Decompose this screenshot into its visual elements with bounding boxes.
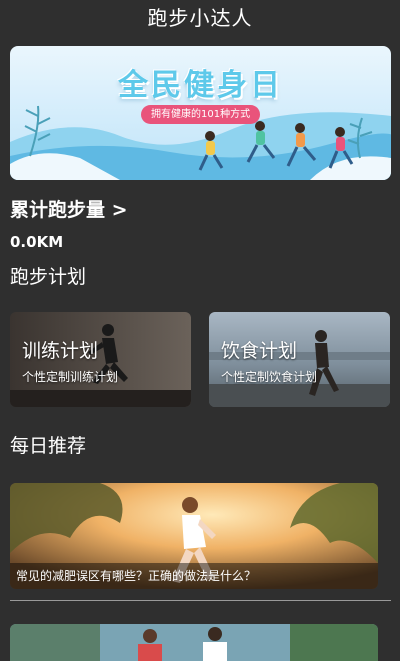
plan-section-title: 跑步计划 — [10, 266, 87, 288]
training-plan-card[interactable]: 训练计划 个性定制训练计划 — [10, 312, 191, 407]
total-distance-link[interactable]: 累计跑步量 > — [10, 195, 128, 222]
diet-plan-title: 饮食计划 — [221, 340, 298, 362]
recommend-image-next — [10, 624, 378, 661]
recommend-caption: 常见的减肥误区有哪些？正确的做法是什么？ — [10, 563, 378, 589]
recommend-card[interactable]: 常见的减肥误区有哪些？正确的做法是什么？ — [10, 483, 378, 589]
recommend-card-next[interactable] — [10, 624, 378, 661]
diet-plan-card[interactable]: 饮食计划 个性定制饮食计划 — [209, 312, 390, 407]
training-plan-title: 训练计划 — [22, 340, 99, 362]
promo-banner[interactable]: 全民健身日 拥有健康的101种方式 — [10, 46, 391, 180]
total-distance-value: 0.0KM — [10, 233, 64, 251]
training-plan-subtitle: 个性定制训练计划 — [22, 370, 119, 384]
banner-title: 全民健身日 — [118, 68, 283, 103]
app-title: 跑步小达人 — [147, 6, 253, 30]
list-divider — [10, 600, 391, 601]
diet-plan-subtitle: 个性定制饮食计划 — [221, 370, 318, 384]
banner-subtitle: 拥有健康的101种方式 — [141, 105, 261, 124]
recommend-section-title: 每日推荐 — [10, 435, 87, 457]
